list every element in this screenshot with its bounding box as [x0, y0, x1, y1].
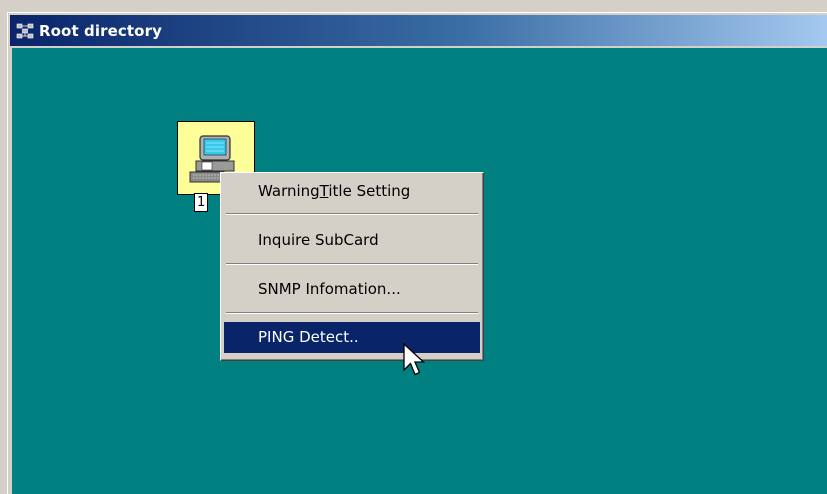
menu-item-label-part: itle Setting — [328, 182, 411, 200]
menu-separator — [226, 263, 478, 265]
menu-item-ping-detect[interactable]: PING Detect.. — [224, 322, 480, 353]
menu-item-label: PING Detect.. — [258, 328, 359, 346]
window-title: Root directory — [39, 21, 162, 40]
arrow-pointer-icon — [403, 343, 425, 376]
menu-separator — [226, 312, 478, 314]
menu-separator — [226, 213, 478, 215]
context-menu: WarningTitle Setting Inquire SubCard SNM… — [220, 172, 484, 361]
menu-item-snmp-information[interactable]: SNMP Infomation... — [224, 274, 480, 305]
network-nodes-icon — [16, 22, 34, 40]
window-titlebar[interactable]: Root directory — [10, 15, 827, 46]
menu-item-warning-title-setting[interactable]: WarningTitle Setting — [224, 176, 480, 207]
menu-item-label: Inquire SubCard — [258, 231, 379, 249]
menu-item-label-part: Warning — [258, 182, 320, 200]
menu-item-label: SNMP Infomation... — [258, 280, 401, 298]
device-node-caption: 1 — [194, 193, 209, 212]
menu-item-inquire-subcard[interactable]: Inquire SubCard — [224, 225, 480, 256]
